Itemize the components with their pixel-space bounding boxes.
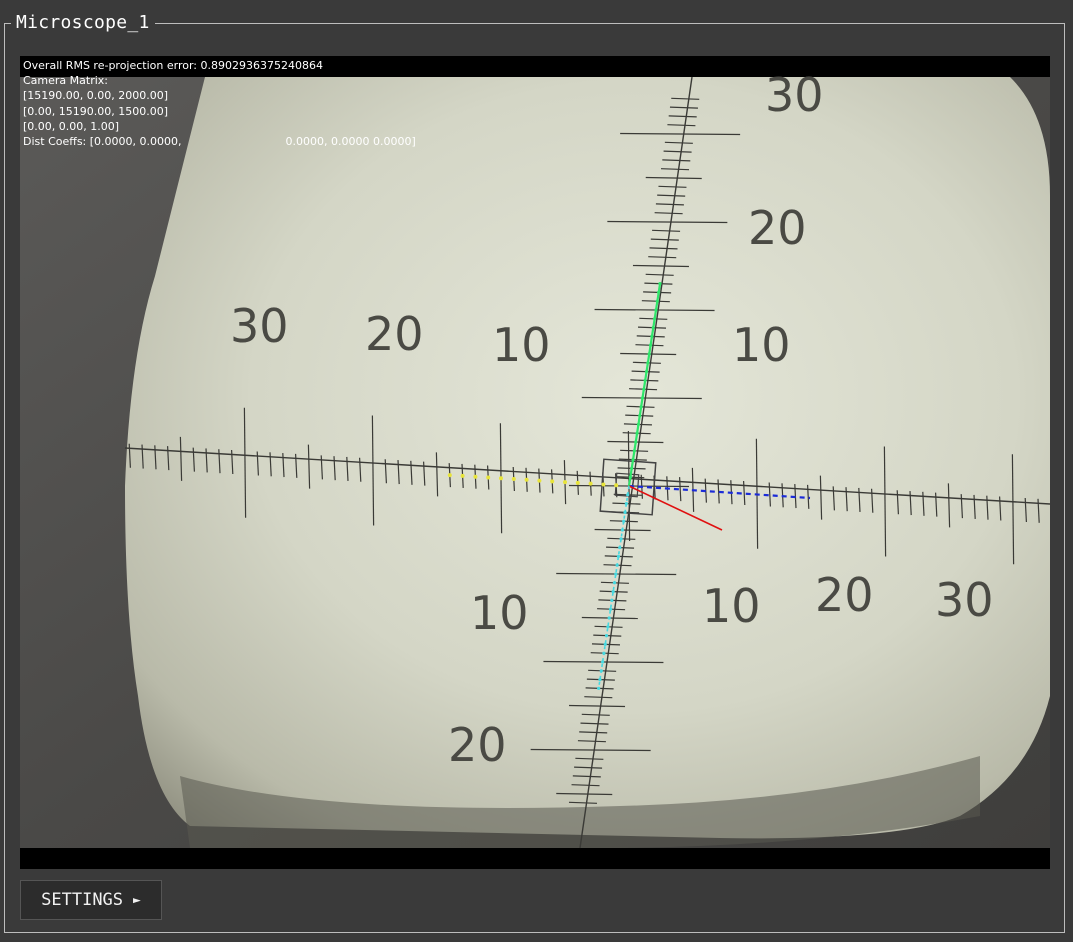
scale-label: 10 — [732, 318, 791, 372]
detected-point — [642, 387, 646, 391]
detected-point — [615, 563, 619, 567]
settings-button[interactable]: SETTINGS ► — [20, 880, 162, 920]
detected-point — [610, 598, 614, 603]
detected-point — [473, 474, 478, 479]
detected-point — [624, 502, 628, 506]
detected-point — [599, 669, 603, 673]
detected-point — [632, 449, 636, 453]
detected-point — [524, 477, 529, 482]
scale-label: 30 — [765, 68, 824, 122]
settings-label: SETTINGS — [41, 890, 124, 910]
scale-label: 30 — [230, 299, 289, 353]
detected-point — [611, 590, 615, 594]
detected-point — [537, 478, 542, 483]
detected-point — [639, 405, 643, 409]
panel-title: Microscope_1 — [11, 11, 155, 35]
detected-point — [640, 396, 645, 400]
scale-label: 20 — [448, 718, 507, 772]
matrix-row-2: [0.00, 15190.00, 1500.00] — [23, 104, 169, 118]
detected-point — [651, 326, 655, 330]
detected-point — [447, 473, 452, 478]
scale-label: 20 — [815, 568, 874, 622]
calibration-overlay: Overall RMS re-projection error: 0.89029… — [23, 58, 416, 149]
detected-point — [616, 554, 621, 558]
detected-point — [604, 634, 609, 638]
detected-point — [602, 651, 606, 655]
detected-point — [597, 686, 601, 691]
detected-point — [499, 476, 503, 481]
detected-point — [638, 414, 642, 418]
detected-point — [612, 581, 617, 585]
detected-point — [608, 607, 613, 611]
matrix-row-1: [15190.00, 0.00, 2000.00] — [23, 89, 169, 103]
detected-point — [460, 473, 465, 478]
detected-point — [636, 422, 641, 426]
detected-point — [575, 480, 580, 485]
camera-view[interactable]: 30 20 10 10 20 30 30 20 10 20 10 Overall RMS re-pr… — [20, 56, 1050, 869]
detected-point — [511, 477, 516, 482]
scale-label: 10 — [702, 579, 761, 633]
dist-coeffs-suffix: 0.0000, 0.0000 0.0000] — [285, 135, 416, 149]
scale-label: 20 — [748, 201, 807, 255]
detected-point — [486, 475, 491, 480]
detected-point — [550, 479, 555, 484]
detected-point — [647, 352, 651, 356]
detected-point — [618, 546, 622, 550]
rms-text: Overall RMS re-projection error: 0.89029… — [23, 59, 323, 72]
detected-point — [646, 361, 650, 365]
matrix-row-3: [0.00, 0.00, 1.00] — [23, 119, 120, 133]
detected-point — [622, 519, 626, 523]
detected-point — [634, 440, 638, 444]
scale-label: 30 — [935, 573, 994, 627]
detected-point — [601, 660, 605, 664]
detected-point — [655, 299, 659, 303]
detected-point — [614, 572, 618, 576]
scale-label: 10 — [470, 586, 529, 640]
detected-point — [623, 510, 627, 514]
detected-point — [635, 431, 639, 435]
detected-point — [607, 616, 611, 620]
detected-point — [626, 493, 630, 497]
detected-point — [628, 475, 632, 479]
detected-point — [643, 378, 647, 382]
detected-point — [588, 481, 593, 486]
detected-point — [606, 625, 610, 629]
detected-point — [631, 458, 635, 462]
detected-point — [644, 370, 649, 374]
detected-point — [657, 290, 661, 294]
dist-coeffs-prefix: Dist Coeffs: [0.0000, 0.0000, — [23, 135, 182, 149]
play-arrow-icon: ► — [133, 892, 141, 908]
scale-label: 20 — [365, 307, 424, 361]
detected-point — [563, 480, 567, 485]
detected-point — [603, 642, 607, 647]
detected-point — [652, 317, 657, 321]
detected-point — [601, 482, 606, 487]
camera-matrix-label: Camera Matrix: — [23, 74, 109, 88]
detected-point — [654, 308, 658, 312]
microscope-image: 30 20 10 10 20 30 30 20 10 20 10 — [20, 68, 1050, 849]
detected-point — [598, 678, 602, 682]
detected-point — [648, 343, 653, 347]
detected-point — [630, 466, 634, 470]
detected-point — [614, 483, 619, 488]
detected-point — [658, 282, 662, 286]
detected-point — [620, 528, 625, 532]
detected-point — [619, 537, 623, 541]
detected-point — [650, 334, 654, 338]
scale-label: 10 — [492, 318, 551, 372]
